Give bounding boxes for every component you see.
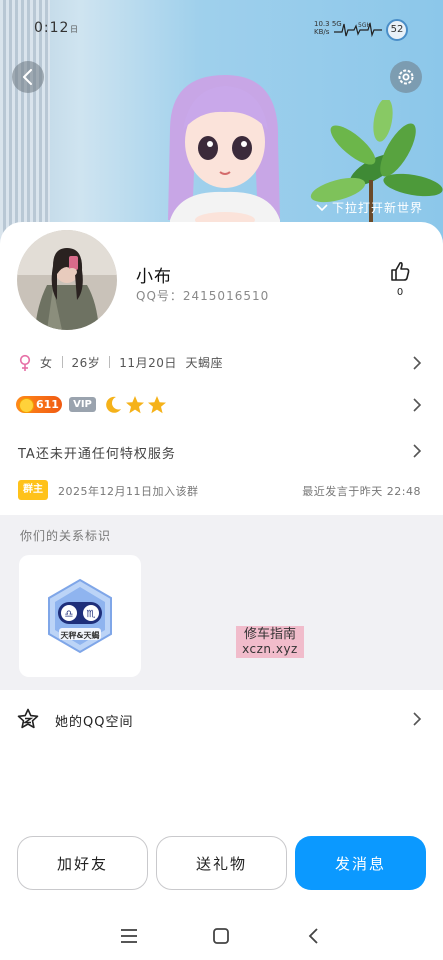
chevron-left-icon (23, 69, 32, 85)
back-button[interactable] (12, 61, 44, 93)
birthday-text: 11月20日 (119, 356, 177, 370)
divider (61, 356, 63, 368)
pull-hint-label: 下拉打开新世界 (332, 201, 424, 215)
svg-text:♏: ♏ (87, 609, 96, 620)
qzone-label: 她的QQ空间 (55, 715, 134, 730)
battery-level: 52 (386, 19, 408, 41)
add-friend-button[interactable]: 加好友 (17, 836, 148, 890)
relationship-badge-label: 天秤&天蝎 (60, 631, 100, 640)
menu-icon (121, 929, 137, 943)
relationship-title: 你们的关系标识 (20, 529, 112, 543)
signal-strength-icon: 5GH (334, 22, 382, 38)
group-info-row: 群主 2025年12月11日加入该群 最近发言于昨天 22:48 (0, 475, 443, 505)
divider (109, 356, 111, 368)
send-message-button[interactable]: 发消息 (295, 836, 426, 890)
recent-apps-button[interactable] (114, 921, 144, 951)
qq-number[interactable]: QQ号：2415016510 (136, 287, 269, 304)
relationship-section: 你们的关系标识 ♎ ♏ 天秤&天蝎 (0, 515, 443, 690)
age-text: 26岁 (71, 356, 101, 370)
nickname: 小布 (136, 267, 172, 287)
home-button[interactable] (206, 921, 236, 951)
gear-icon (398, 69, 414, 85)
status-bar: 0:12 日 10.3 5G KB/s 5GH 52 (0, 18, 443, 42)
last-message-time: 最近发言于昨天 22:48 (302, 485, 421, 498)
avatar-character-illustration (168, 75, 280, 240)
watermark-line-2: xczn.xyz (242, 642, 298, 656)
profile-cover: 0:12 日 10.3 5G KB/s 5GH 52 下拉打开新世界 (0, 0, 443, 250)
zodiac-pair-badge-icon: ♎ ♏ (48, 578, 112, 654)
system-nav-bar (0, 915, 443, 955)
avatar[interactable] (17, 230, 117, 330)
female-icon (19, 354, 31, 371)
basic-info-text: 女 26岁 11月20日 天蝎座 (40, 354, 223, 371)
thumbs-up-icon (391, 261, 410, 281)
like-count: 0 (396, 287, 404, 298)
basic-info-row[interactable]: 女 26岁 11月20日 天蝎座 (0, 348, 443, 378)
net-speed-value: 10.3 (314, 20, 330, 28)
system-back-button[interactable] (298, 921, 328, 951)
zodiac-text: 天蝎座 (185, 356, 223, 370)
chevron-down-icon (316, 203, 328, 211)
group-owner-tag: 群主 (18, 480, 48, 500)
chevron-right-icon (413, 712, 422, 726)
relationship-badge-tile[interactable]: ♎ ♏ (19, 555, 141, 677)
qzone-row[interactable]: 她的QQ空间 (0, 702, 443, 736)
svg-text:♎: ♎ (65, 609, 74, 620)
chevron-right-icon (413, 398, 422, 412)
pull-down-hint[interactable]: 下拉打开新世界 (316, 199, 423, 216)
moon-icon (106, 396, 121, 413)
level-badge: 611 (16, 396, 62, 413)
avatar-photo (17, 230, 117, 330)
badges-row[interactable]: 611 VIP (0, 390, 443, 420)
privilege-text: TA还未开通任何特权服务 (18, 447, 176, 462)
star-icon (126, 396, 144, 414)
watermark: 修车指南 xczn.xyz (236, 626, 304, 658)
status-time: 0:12 (34, 20, 70, 36)
chevron-right-icon (413, 444, 422, 458)
watermark-line-1: 修车指南 (243, 627, 296, 642)
star-icon (148, 396, 166, 414)
privilege-row[interactable]: TA还未开通任何特权服务 (0, 436, 443, 466)
chevron-right-icon (413, 356, 422, 370)
home-square-icon (213, 928, 229, 944)
send-gift-button[interactable]: 送礼物 (156, 836, 287, 890)
qzone-star-icon (17, 708, 39, 729)
gender-text: 女 (40, 356, 53, 370)
net-speed-unit: KB/s (314, 28, 330, 36)
profile-card: 小布 QQ号：2415016510 0 女 26岁 11月20日 天蝎座 611 V… (0, 222, 443, 960)
back-arrow-icon (308, 928, 318, 944)
settings-button[interactable] (390, 61, 422, 93)
status-extra-icon: 日 (70, 25, 78, 34)
like-button[interactable]: 0 (386, 260, 414, 298)
vip-badge: VIP (69, 397, 96, 412)
group-joined-date: 2025年12月11日加入该群 (58, 485, 199, 498)
